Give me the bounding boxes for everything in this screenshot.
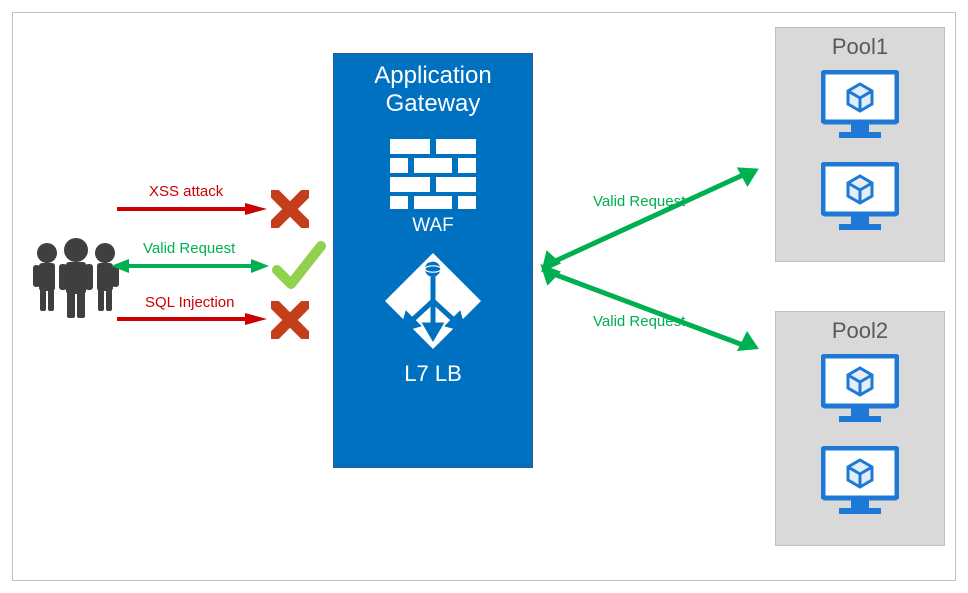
pool1-title: Pool1 bbox=[776, 34, 944, 60]
waf-label: WAF bbox=[334, 215, 532, 237]
vm-icon bbox=[821, 70, 899, 144]
diagram-canvas: XSS attack Valid Request SQL Injection A… bbox=[12, 12, 956, 581]
valid-request-label-left: Valid Request bbox=[143, 240, 235, 257]
valid-request-label-top: Valid Request bbox=[593, 193, 685, 210]
firewall-icon bbox=[390, 139, 476, 209]
xss-attack-label: XSS attack bbox=[149, 183, 223, 200]
application-gateway-box: Application Gateway bbox=[333, 53, 533, 468]
users-icon bbox=[33, 233, 119, 319]
pool2-title: Pool2 bbox=[776, 318, 944, 344]
x-icon-bottom bbox=[271, 301, 309, 339]
valid-request-arrow-left bbox=[111, 259, 269, 273]
l7-lb-label: L7 LB bbox=[334, 361, 532, 387]
sql-injection-arrow bbox=[117, 313, 267, 325]
sql-injection-label: SQL Injection bbox=[145, 294, 235, 311]
x-icon-top bbox=[271, 190, 309, 228]
xss-arrow bbox=[117, 203, 267, 215]
gateway-title-line2: Gateway bbox=[334, 90, 532, 118]
gateway-title-line1: Application bbox=[334, 62, 532, 90]
vm-icon bbox=[821, 354, 899, 428]
vm-icon bbox=[821, 446, 899, 520]
vm-icon bbox=[821, 162, 899, 236]
load-balancer-icon bbox=[383, 251, 483, 351]
checkmark-icon bbox=[271, 238, 327, 294]
pool1-box: Pool1 bbox=[775, 27, 945, 262]
valid-request-label-bottom: Valid Request bbox=[593, 313, 685, 330]
pool2-box: Pool2 bbox=[775, 311, 945, 546]
